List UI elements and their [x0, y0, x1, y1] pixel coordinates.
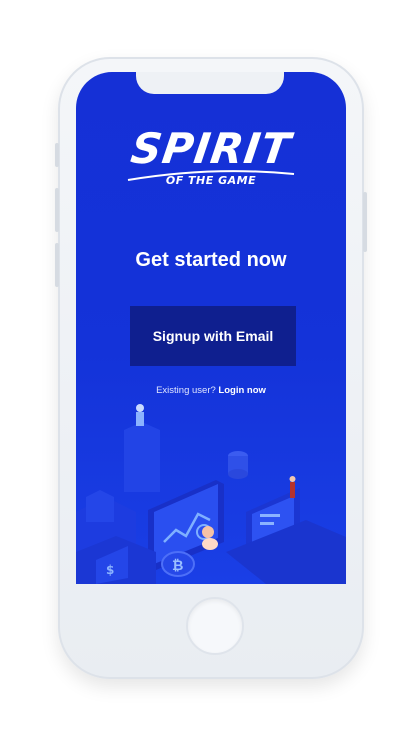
svg-text:₿: ₿	[172, 558, 183, 574]
phone-power-button	[363, 192, 367, 252]
login-now-link[interactable]: Login now	[218, 385, 266, 396]
signup-email-button[interactable]: Signup with Email	[130, 306, 296, 366]
phone-volume-up-button	[55, 188, 59, 232]
phone-notch	[136, 72, 284, 94]
phone-volume-down-button	[55, 243, 59, 287]
app-screen: SPIRIT OF THE GAME Get started now Signu…	[76, 72, 346, 584]
page-headline: Get started now	[135, 249, 287, 271]
existing-user-text: Existing user?	[156, 385, 216, 396]
app-logo-tagline: OF THE GAME	[165, 174, 257, 187]
isometric-finance-illustration-icon: ₿ $	[76, 404, 346, 584]
app-logo-wordmark: SPIRIT	[127, 124, 295, 173]
phone-side-button	[55, 143, 59, 167]
svg-text:$: $	[106, 563, 114, 577]
home-button-icon[interactable]	[186, 597, 244, 655]
login-prompt: Existing user? Login now	[76, 385, 346, 396]
